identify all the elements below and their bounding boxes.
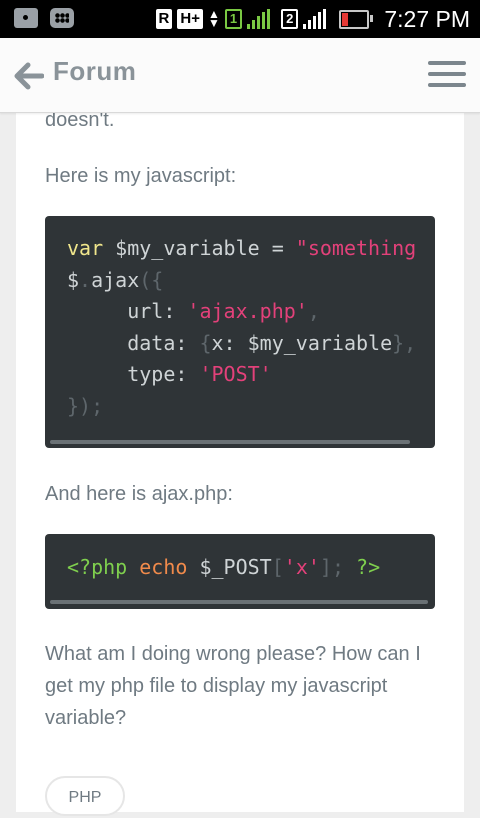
code-token: , (307, 299, 320, 323)
code-token: ajax (91, 267, 140, 292)
roaming-icon: R (155, 9, 173, 29)
post-text-intro-php: And here is ajax.php: (45, 483, 233, 505)
code-token: $_POST (187, 555, 272, 579)
code-line: }); (67, 391, 416, 423)
code-token: type: (67, 362, 200, 386)
page-title[interactable]: Forum (53, 56, 136, 87)
code-token: $my_variable = (103, 236, 296, 260)
signal-sim1-icon (247, 9, 271, 29)
code-token: [ (271, 555, 284, 579)
code-token: 'x' (283, 555, 320, 579)
code-token: echo (139, 555, 188, 579)
status-bar: R H+ ▲ ▼ 1 2 7:27 PM (0, 0, 480, 38)
code-token: ?> (356, 555, 381, 579)
code-token: ]; (319, 555, 344, 579)
back-arrow-icon[interactable] (14, 62, 44, 90)
code-line: data: {x: $my_variable}, (67, 328, 416, 360)
code-line-php: <?php echo $_POST['x']; ?> (67, 552, 380, 584)
code-block-javascript[interactable]: var $my_variable = "something $.ajax({ ur… (45, 216, 435, 448)
code-token: data: (67, 330, 200, 355)
code-scrollbar[interactable] (50, 440, 410, 444)
bbm-icon (50, 8, 74, 28)
data-arrows-icon: ▲ ▼ (207, 7, 220, 30)
app-bar: Forum (0, 38, 480, 113)
sim1-icon: 1 (224, 9, 243, 29)
code-token: 'ajax.php' (187, 299, 308, 323)
code-token: $ (67, 267, 80, 292)
code-token: , (404, 330, 417, 355)
post-text-intro-js: Here is my javascript: (45, 165, 237, 187)
post-question-text: What am I doing wrong please? How can I … (45, 643, 421, 729)
hamburger-menu-icon[interactable] (428, 61, 466, 91)
battery-icon (339, 9, 374, 29)
code-scrollbar-php[interactable] (50, 600, 428, 604)
code-token: url: (67, 299, 188, 323)
sim2-icon: 2 (281, 9, 299, 29)
code-token: ({ (139, 267, 164, 292)
code-token: { (199, 330, 212, 355)
post-card: doesn't. Here is my javascript: var $my_… (16, 109, 464, 816)
code-token: x: $my_variable (211, 330, 393, 355)
code-token: "something (295, 236, 417, 260)
code-line: url: 'ajax.php', (67, 296, 416, 328)
status-time: 7:27 PM (384, 5, 470, 32)
code-token: }); (67, 393, 104, 418)
code-token: . (79, 267, 92, 292)
code-line: var $my_variable = "something (67, 233, 416, 265)
tag-php[interactable]: PHP (45, 776, 125, 816)
signal-sim2-icon (303, 9, 327, 29)
code-lines: var $my_variable = "something $.ajax({ ur… (67, 233, 416, 422)
camera-icon (14, 8, 38, 28)
code-token: 'POST' (199, 362, 272, 386)
code-line: type: 'POST' (67, 359, 416, 391)
code-token: var (67, 236, 104, 260)
code-token: } (392, 330, 405, 355)
code-token: <?php (67, 555, 128, 579)
code-block-php[interactable]: <?php echo $_POST['x']; ?> (45, 534, 435, 609)
code-line: $.ajax({ (67, 265, 416, 297)
network-icon: H+ (177, 9, 203, 29)
